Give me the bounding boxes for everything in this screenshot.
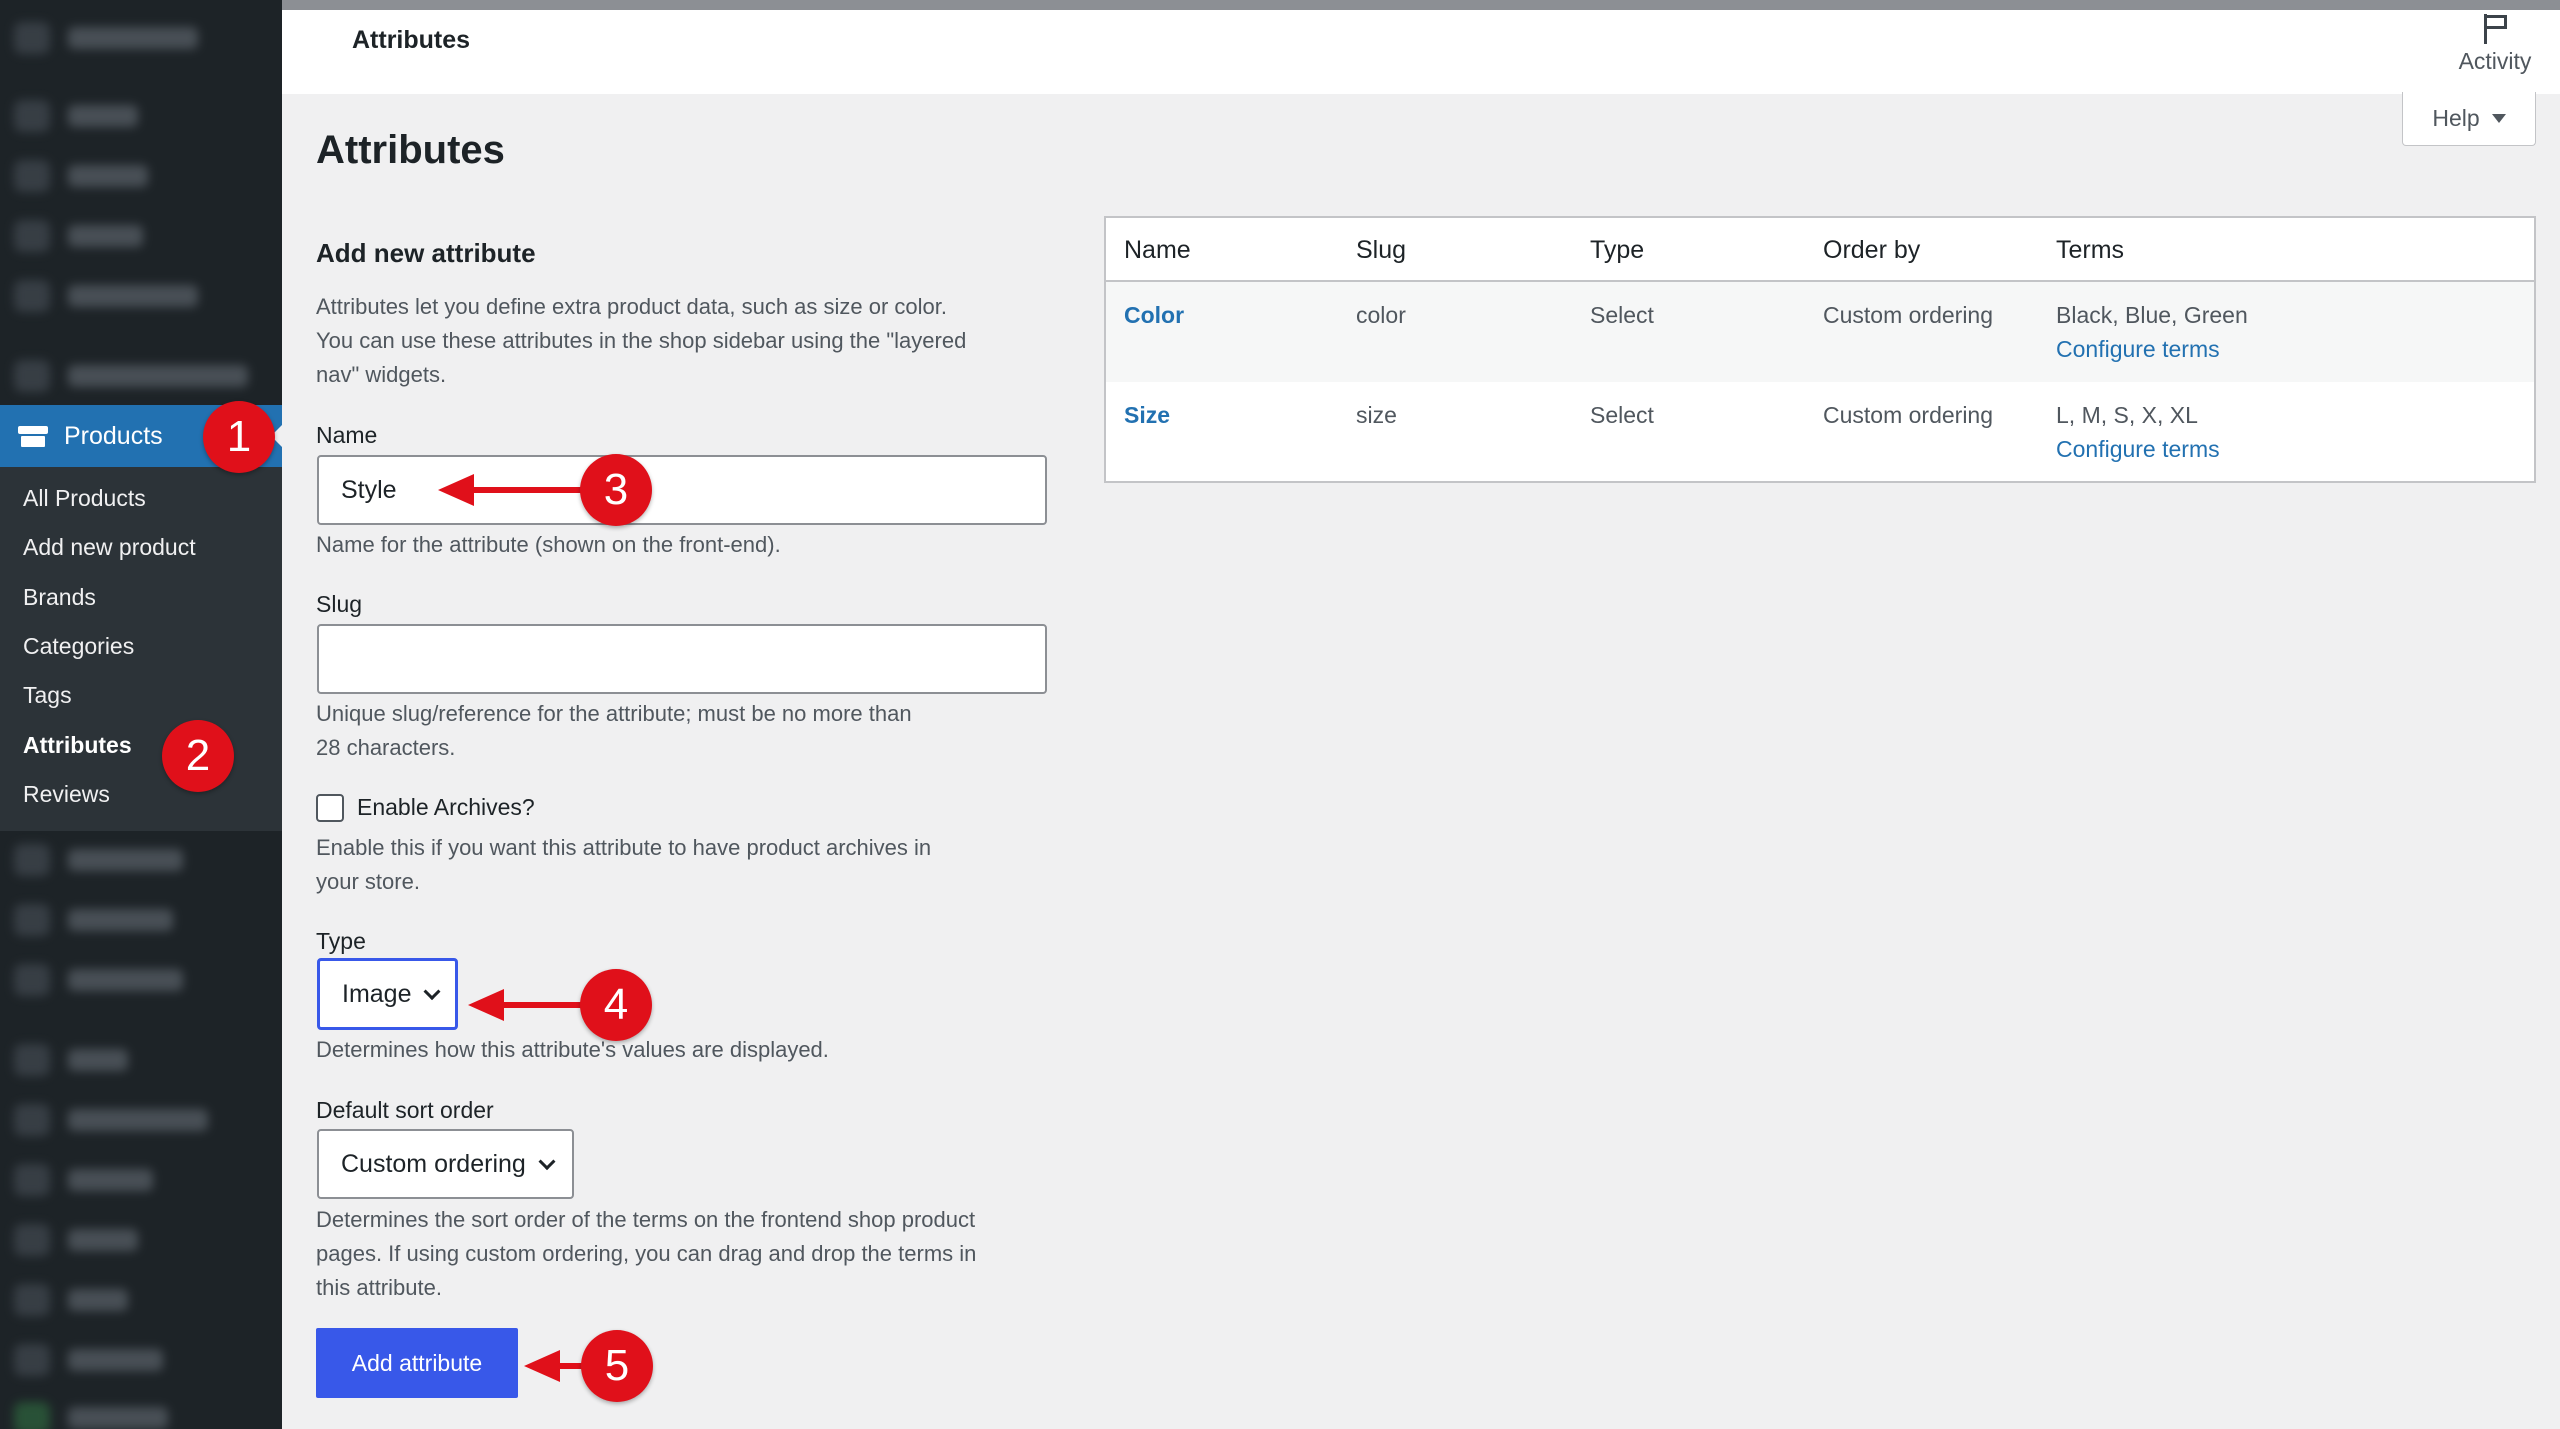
blurred-menu-item[interactable] [14, 218, 143, 254]
top-stripe [282, 0, 2560, 10]
submenu-item-reviews[interactable]: Reviews [23, 781, 110, 808]
attribute-terms: Black, Blue, Green [2056, 302, 2248, 328]
slug-input[interactable] [317, 624, 1047, 694]
column-header-order-by: Order by [1823, 236, 1921, 264]
enable-archives-label[interactable]: Enable Archives? [357, 794, 535, 821]
attribute-name-link[interactable]: Color [1124, 302, 1184, 329]
sort-order-help: Determines the sort order of the terms o… [316, 1203, 976, 1305]
name-input[interactable]: Style [317, 455, 1047, 525]
step-badge-4: 4 [580, 969, 652, 1041]
step-badge-3: 3 [580, 454, 652, 526]
submenu-item-categories[interactable]: Categories [23, 633, 134, 660]
top-header: Attributes Activity [282, 10, 2560, 94]
form-intro-line: Attributes let you define extra product … [316, 294, 948, 319]
attribute-name-link[interactable]: Size [1124, 402, 1170, 429]
form-intro-line: nav" widgets. [316, 362, 447, 387]
sort-help-line: Determines the sort order of the terms o… [316, 1207, 976, 1232]
submenu-item-tags[interactable]: Tags [23, 682, 72, 709]
archives-help: Enable this if you want this attribute t… [316, 831, 931, 899]
slug-help: Unique slug/reference for the attribute;… [316, 697, 912, 765]
column-header-name: Name [1124, 236, 1191, 264]
blurred-menu-item[interactable] [14, 1342, 163, 1378]
table-header: Name Slug Type Order by Terms [1106, 218, 2534, 282]
attribute-terms: L, M, S, X, XL [2056, 402, 2198, 428]
blurred-menu-item[interactable] [14, 842, 183, 878]
arrow-to-type-select [468, 989, 584, 1021]
archives-help-line: your store. [316, 869, 420, 894]
attribute-slug: color [1356, 302, 1406, 328]
blurred-menu-item[interactable] [14, 20, 198, 56]
blurred-menu-item[interactable] [14, 358, 248, 394]
step-badge-1: 1 [203, 401, 275, 473]
table-row: Size size Select Custom ordering L, M, S… [1106, 382, 2534, 482]
blurred-menu-item[interactable] [14, 1042, 128, 1078]
blurred-menu-item[interactable] [14, 98, 138, 134]
slug-label: Slug [316, 591, 363, 617]
configure-terms-link[interactable]: Configure terms [2056, 436, 2220, 463]
sort-order-select-value: Custom ordering [341, 1149, 526, 1178]
blurred-menu-item[interactable] [14, 1162, 153, 1198]
enable-archives-checkbox[interactable] [316, 794, 344, 822]
blurred-menu-item[interactable] [14, 1400, 168, 1429]
sort-order-select[interactable]: Custom ordering [317, 1129, 574, 1199]
step-badge-5: 5 [581, 1330, 653, 1402]
column-header-type: Type [1590, 236, 1645, 264]
products-submenu: All Products Add new product Brands Cate… [0, 467, 282, 831]
help-label: Help [2432, 105, 2480, 131]
submenu-item-brands[interactable]: Brands [23, 584, 96, 611]
blurred-menu-item[interactable] [14, 902, 173, 938]
table-row: Color color Select Custom ordering Black… [1106, 282, 2534, 382]
blurred-menu-item[interactable] [14, 1222, 138, 1258]
blurred-menu-item[interactable] [14, 278, 198, 314]
column-header-slug: Slug [1356, 236, 1407, 264]
type-select-value: Image [342, 979, 412, 1008]
help-tab-button[interactable]: Help [2402, 92, 2536, 146]
name-help: Name for the attribute (shown on the fro… [316, 532, 781, 557]
slug-help-line: Unique slug/reference for the attribute;… [316, 701, 912, 726]
blurred-menu-item[interactable] [14, 1102, 208, 1138]
blurred-menu-item[interactable] [14, 962, 183, 998]
sort-help-line: this attribute. [316, 1275, 442, 1300]
admin-sidebar: Products All Products Add new product Br… [0, 0, 283, 1429]
arrow-to-add-button [524, 1350, 586, 1382]
flag-icon [2482, 14, 2510, 44]
type-help: Determines how this attribute's values a… [316, 1037, 829, 1062]
form-heading: Add new attribute [316, 238, 536, 268]
slug-help-line: 28 characters. [316, 735, 456, 760]
form-intro-line: You can use these attributes in the shop… [316, 328, 967, 353]
column-header-terms: Terms [2056, 236, 2125, 264]
header-title: Attributes [352, 26, 471, 54]
app-window: Products All Products Add new product Br… [0, 0, 2560, 1429]
sidebar-item-label: Products [64, 421, 163, 450]
type-select[interactable]: Image [317, 958, 458, 1030]
sort-order-label: Default sort order [316, 1097, 494, 1123]
archive-box-icon [18, 424, 48, 448]
activity-label: Activity [2458, 48, 2532, 74]
submenu-item-all-products[interactable]: All Products [23, 485, 146, 512]
attribute-type: Select [1590, 302, 1654, 328]
submenu-item-add-new-product[interactable]: Add new product [23, 534, 196, 561]
chevron-down-icon [538, 1153, 556, 1171]
step-badge-2: 2 [162, 720, 234, 792]
submenu-item-attributes[interactable]: Attributes [23, 732, 132, 759]
activity-button[interactable]: Activity [2430, 10, 2560, 94]
form-intro: Attributes let you define extra product … [316, 290, 966, 392]
add-attribute-button[interactable]: Add attribute [316, 1328, 518, 1398]
attribute-order-by: Custom ordering [1823, 302, 1994, 328]
page-title: Attributes [316, 128, 505, 172]
attribute-slug: size [1356, 402, 1397, 428]
chevron-down-icon [423, 983, 441, 1001]
configure-terms-link[interactable]: Configure terms [2056, 336, 2220, 363]
type-label: Type [316, 928, 366, 954]
blurred-menu-item[interactable] [14, 1282, 128, 1318]
archives-help-line: Enable this if you want this attribute t… [316, 835, 932, 860]
sort-help-line: pages. If using custom ordering, you can… [316, 1241, 977, 1266]
attributes-table: Name Slug Type Order by Terms Color colo… [1104, 216, 2536, 483]
caret-down-icon [2491, 114, 2506, 123]
attribute-type: Select [1590, 402, 1654, 428]
blurred-menu-item[interactable] [14, 158, 148, 194]
name-label: Name [316, 422, 378, 448]
attribute-order-by: Custom ordering [1823, 402, 1994, 428]
